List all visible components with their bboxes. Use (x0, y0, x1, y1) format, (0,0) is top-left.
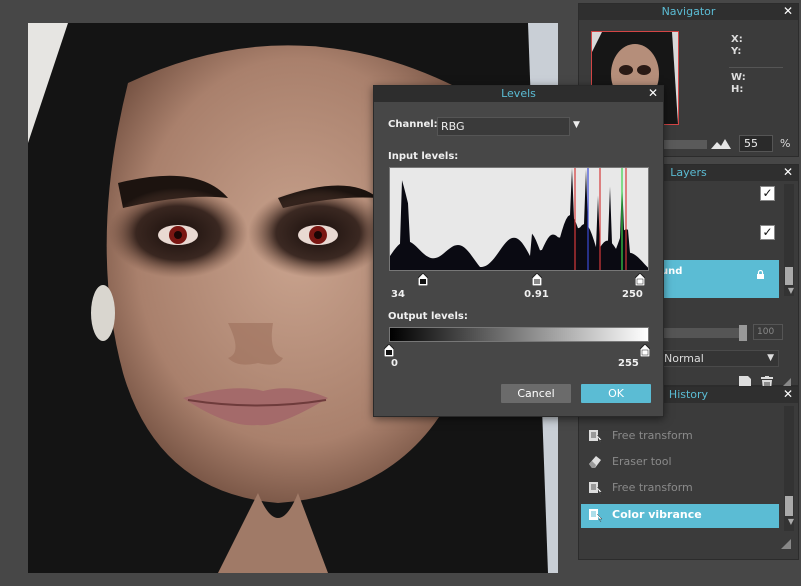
history-scrollbar[interactable] (784, 406, 794, 531)
eraser-icon (589, 456, 601, 468)
input-gamma-handle-icon[interactable] (531, 273, 542, 286)
resize-grip-icon[interactable] (781, 539, 791, 549)
nav-y-label: Y: (731, 46, 742, 57)
input-black-handle-icon[interactable] (418, 273, 429, 286)
levels-title: Levels (374, 86, 663, 102)
layer-background-name: und (661, 266, 683, 277)
history-item-label: Free transform (612, 481, 693, 494)
output-black-value: 0 (391, 358, 398, 369)
nav-divider (729, 67, 783, 68)
levels-histogram (389, 167, 649, 271)
input-white-value: 250 (622, 289, 643, 300)
history-close-icon[interactable]: ✕ (782, 388, 794, 401)
history-item[interactable]: Free transform (581, 425, 779, 447)
free-transform-icon (589, 430, 603, 443)
output-levels-label: Output levels: (388, 311, 468, 322)
input-levels-label: Input levels: (388, 151, 459, 162)
history-scroll-down-icon[interactable]: ▼ (788, 517, 794, 526)
levels-dialog: Levels ✕ Channel: RBG ▼ Input levels: 34… (373, 85, 664, 417)
history-item-label: Color vibrance (612, 508, 702, 521)
ok-button[interactable]: OK (581, 384, 651, 403)
chevron-down-icon[interactable]: ▼ (573, 120, 580, 130)
history-item[interactable]: Free transform (581, 477, 779, 499)
nav-h-label: H: (731, 84, 744, 95)
channel-label: Channel: (388, 119, 438, 130)
input-gamma-value: 0.91 (524, 289, 549, 300)
channel-select[interactable]: RBG (437, 117, 570, 136)
opacity-input[interactable]: 100 (753, 324, 783, 340)
output-black-handle-icon[interactable] (384, 344, 394, 357)
nav-x-label: X: (731, 34, 743, 45)
input-black-value: 34 (391, 289, 405, 300)
navigator-close-icon[interactable]: ✕ (782, 5, 794, 18)
layers-scrollbar[interactable] (784, 184, 794, 296)
histogram-area (390, 168, 648, 270)
nav-w-label: W: (731, 72, 746, 83)
levels-close-icon[interactable]: ✕ (647, 87, 659, 100)
cancel-button[interactable]: Cancel (501, 384, 571, 403)
navigator-title: Navigator (579, 4, 798, 20)
zoom-mountain-icon[interactable] (711, 138, 731, 149)
output-white-value: 255 (618, 358, 639, 369)
layer-1-visibility-checkbox[interactable]: ✓ (760, 186, 775, 201)
input-levels-slider[interactable] (389, 272, 647, 286)
lock-icon (757, 270, 764, 279)
history-item[interactable]: Eraser tool (581, 451, 779, 473)
output-white-handle-icon[interactable] (640, 344, 650, 357)
input-white-handle-icon[interactable] (634, 273, 645, 286)
layer-2-visibility-checkbox[interactable]: ✓ (760, 225, 775, 240)
zoom-unit: % (780, 137, 791, 150)
opacity-slider-thumb[interactable] (739, 325, 747, 341)
layers-scroll-down-icon[interactable]: ▼ (788, 286, 794, 295)
zoom-input[interactable]: 55 (739, 135, 773, 152)
blend-mode-value: Normal (664, 352, 704, 365)
output-levels-slider[interactable] (384, 343, 650, 357)
history-item-active[interactable]: Color vibrance (581, 504, 779, 528)
color-vibrance-icon (589, 509, 603, 522)
history-item-label: Eraser tool (612, 455, 672, 468)
histogram-graph (390, 168, 648, 270)
output-levels-gradient (389, 327, 649, 342)
chevron-down-icon: ▼ (767, 353, 774, 363)
history-item-label: Free transform (612, 429, 693, 442)
layers-close-icon[interactable]: ✕ (782, 166, 794, 179)
free-transform-icon (589, 482, 603, 495)
